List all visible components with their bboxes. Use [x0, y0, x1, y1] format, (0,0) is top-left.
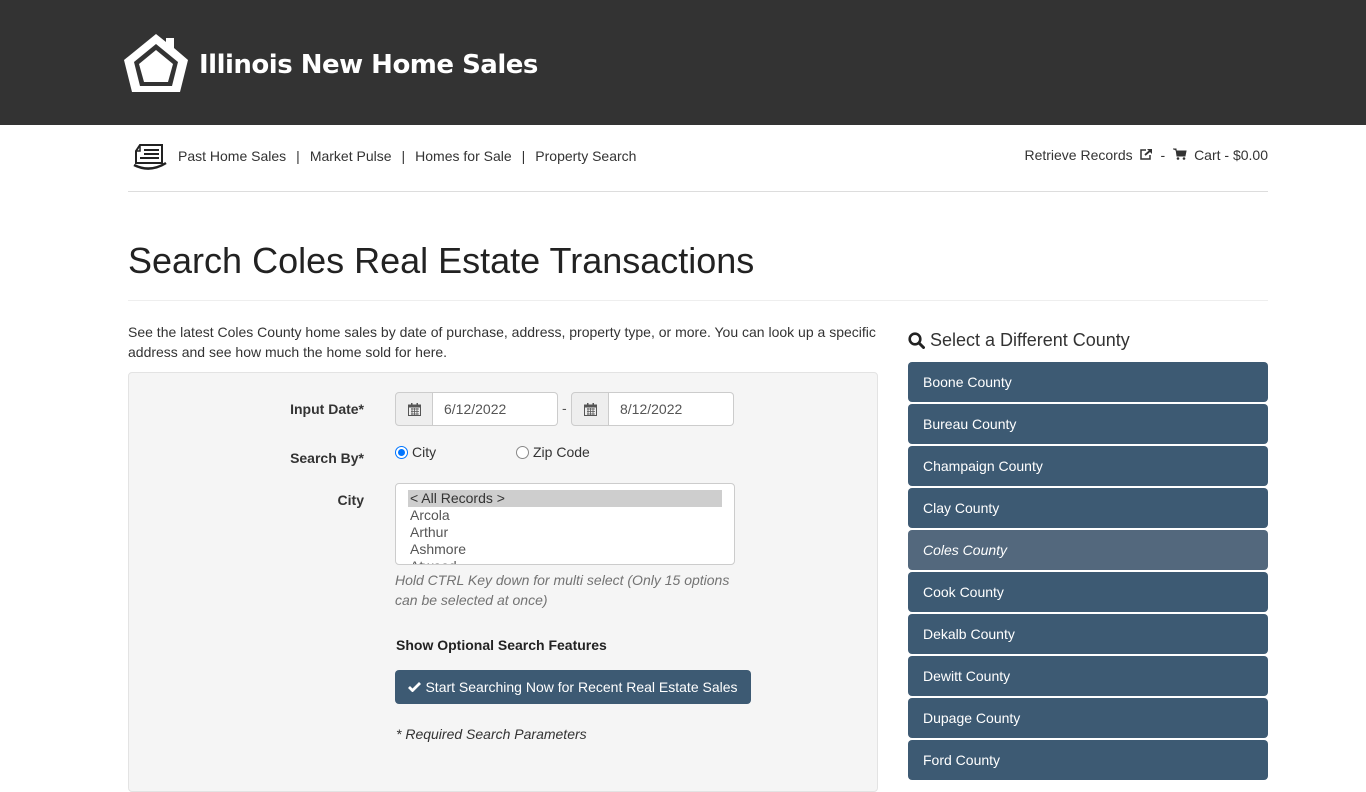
site-header: Illinois New Home Sales [0, 0, 1366, 125]
multiselect-help-text: Hold CTRL Key down for multi select (Onl… [395, 572, 730, 608]
start-search-label: Start Searching Now for Recent Real Esta… [425, 679, 738, 695]
show-optional-features-link[interactable]: Show Optional Search Features [396, 637, 607, 653]
start-search-button[interactable]: Start Searching Now for Recent Real Esta… [395, 670, 751, 704]
nav-property-search[interactable]: Property Search [535, 148, 636, 164]
external-link-icon [1139, 149, 1152, 160]
city-option[interactable]: Ashmore [408, 541, 722, 558]
site-logo[interactable]: Illinois New Home Sales [122, 32, 538, 92]
cart-icon [1173, 148, 1187, 160]
county-item-coles[interactable]: Coles County [908, 530, 1268, 570]
date-to-input[interactable]: 8/12/2022 [609, 392, 734, 426]
date-separator: - [562, 400, 567, 416]
county-item-boone[interactable]: Boone County [908, 362, 1268, 402]
radio-button[interactable] [516, 445, 529, 459]
cart-link[interactable]: Cart - $0.00 [1173, 147, 1268, 163]
nav-separator: | [401, 148, 406, 164]
nav-dash: - [1160, 147, 1166, 163]
city-option[interactable]: < All Records > [408, 490, 722, 507]
date-to-group: 8/12/2022 [571, 392, 734, 426]
county-item-clay[interactable]: Clay County [908, 488, 1268, 528]
search-icon [908, 332, 925, 349]
city-option[interactable]: Arthur [408, 524, 722, 541]
site-title: Illinois New Home Sales [199, 50, 538, 80]
radio-zip-code[interactable]: Zip Code [516, 444, 590, 460]
county-heading: Select a Different County [908, 330, 1130, 351]
nav-market-pulse[interactable]: Market Pulse [310, 148, 392, 164]
nav-past-home-sales[interactable]: Past Home Sales [178, 148, 286, 164]
radio-city-label: City [412, 444, 437, 460]
divider [128, 300, 1268, 301]
county-item-bureau[interactable]: Bureau County [908, 404, 1268, 444]
radio-zip-label: Zip Code [533, 444, 590, 460]
cart-label: Cart - $0.00 [1194, 147, 1268, 163]
calendar-icon[interactable] [571, 392, 609, 426]
check-icon [408, 679, 422, 695]
nav-homes-for-sale[interactable]: Homes for Sale [415, 148, 511, 164]
nav-separator: | [521, 148, 526, 164]
county-item-dewitt[interactable]: Dewitt County [908, 656, 1268, 696]
county-item-dupage[interactable]: Dupage County [908, 698, 1268, 738]
city-label: City [337, 492, 364, 508]
date-from-input[interactable]: 6/12/2022 [433, 392, 558, 426]
county-item-ford[interactable]: Ford County [908, 740, 1268, 780]
county-list: Boone County Bureau County Champaign Cou… [908, 362, 1268, 782]
radio-city[interactable]: City [395, 444, 436, 460]
radio-button-checked[interactable] [395, 445, 408, 459]
search-by-label: Search By* [290, 450, 364, 466]
city-multiselect[interactable]: < All Records > Arcola Arthur Ashmore At… [395, 483, 735, 565]
house-icon [124, 34, 188, 92]
nav-separator: | [296, 148, 300, 164]
date-from-group: 6/12/2022 [395, 392, 558, 426]
page-title: Search Coles Real Estate Transactions [128, 240, 755, 281]
navbar: Past Home Sales | Market Pulse | Homes f… [128, 125, 1268, 192]
county-item-cook[interactable]: Cook County [908, 572, 1268, 612]
input-date-label: Input Date* [290, 401, 364, 417]
city-option[interactable]: Atwood [408, 558, 722, 564]
retrieve-records-label: Retrieve Records [1024, 147, 1133, 163]
newspaper-icon [133, 144, 167, 170]
calendar-icon[interactable] [395, 392, 433, 426]
county-item-champaign[interactable]: Champaign County [908, 446, 1268, 486]
required-note: * Required Search Parameters [396, 726, 587, 742]
county-item-dekalb[interactable]: Dekalb County [908, 614, 1268, 654]
county-heading-label: Select a Different County [930, 330, 1130, 350]
intro-text: See the latest Coles County home sales b… [128, 324, 876, 360]
city-option[interactable]: Arcola [408, 507, 722, 524]
retrieve-records-link[interactable]: Retrieve Records [1024, 147, 1152, 163]
